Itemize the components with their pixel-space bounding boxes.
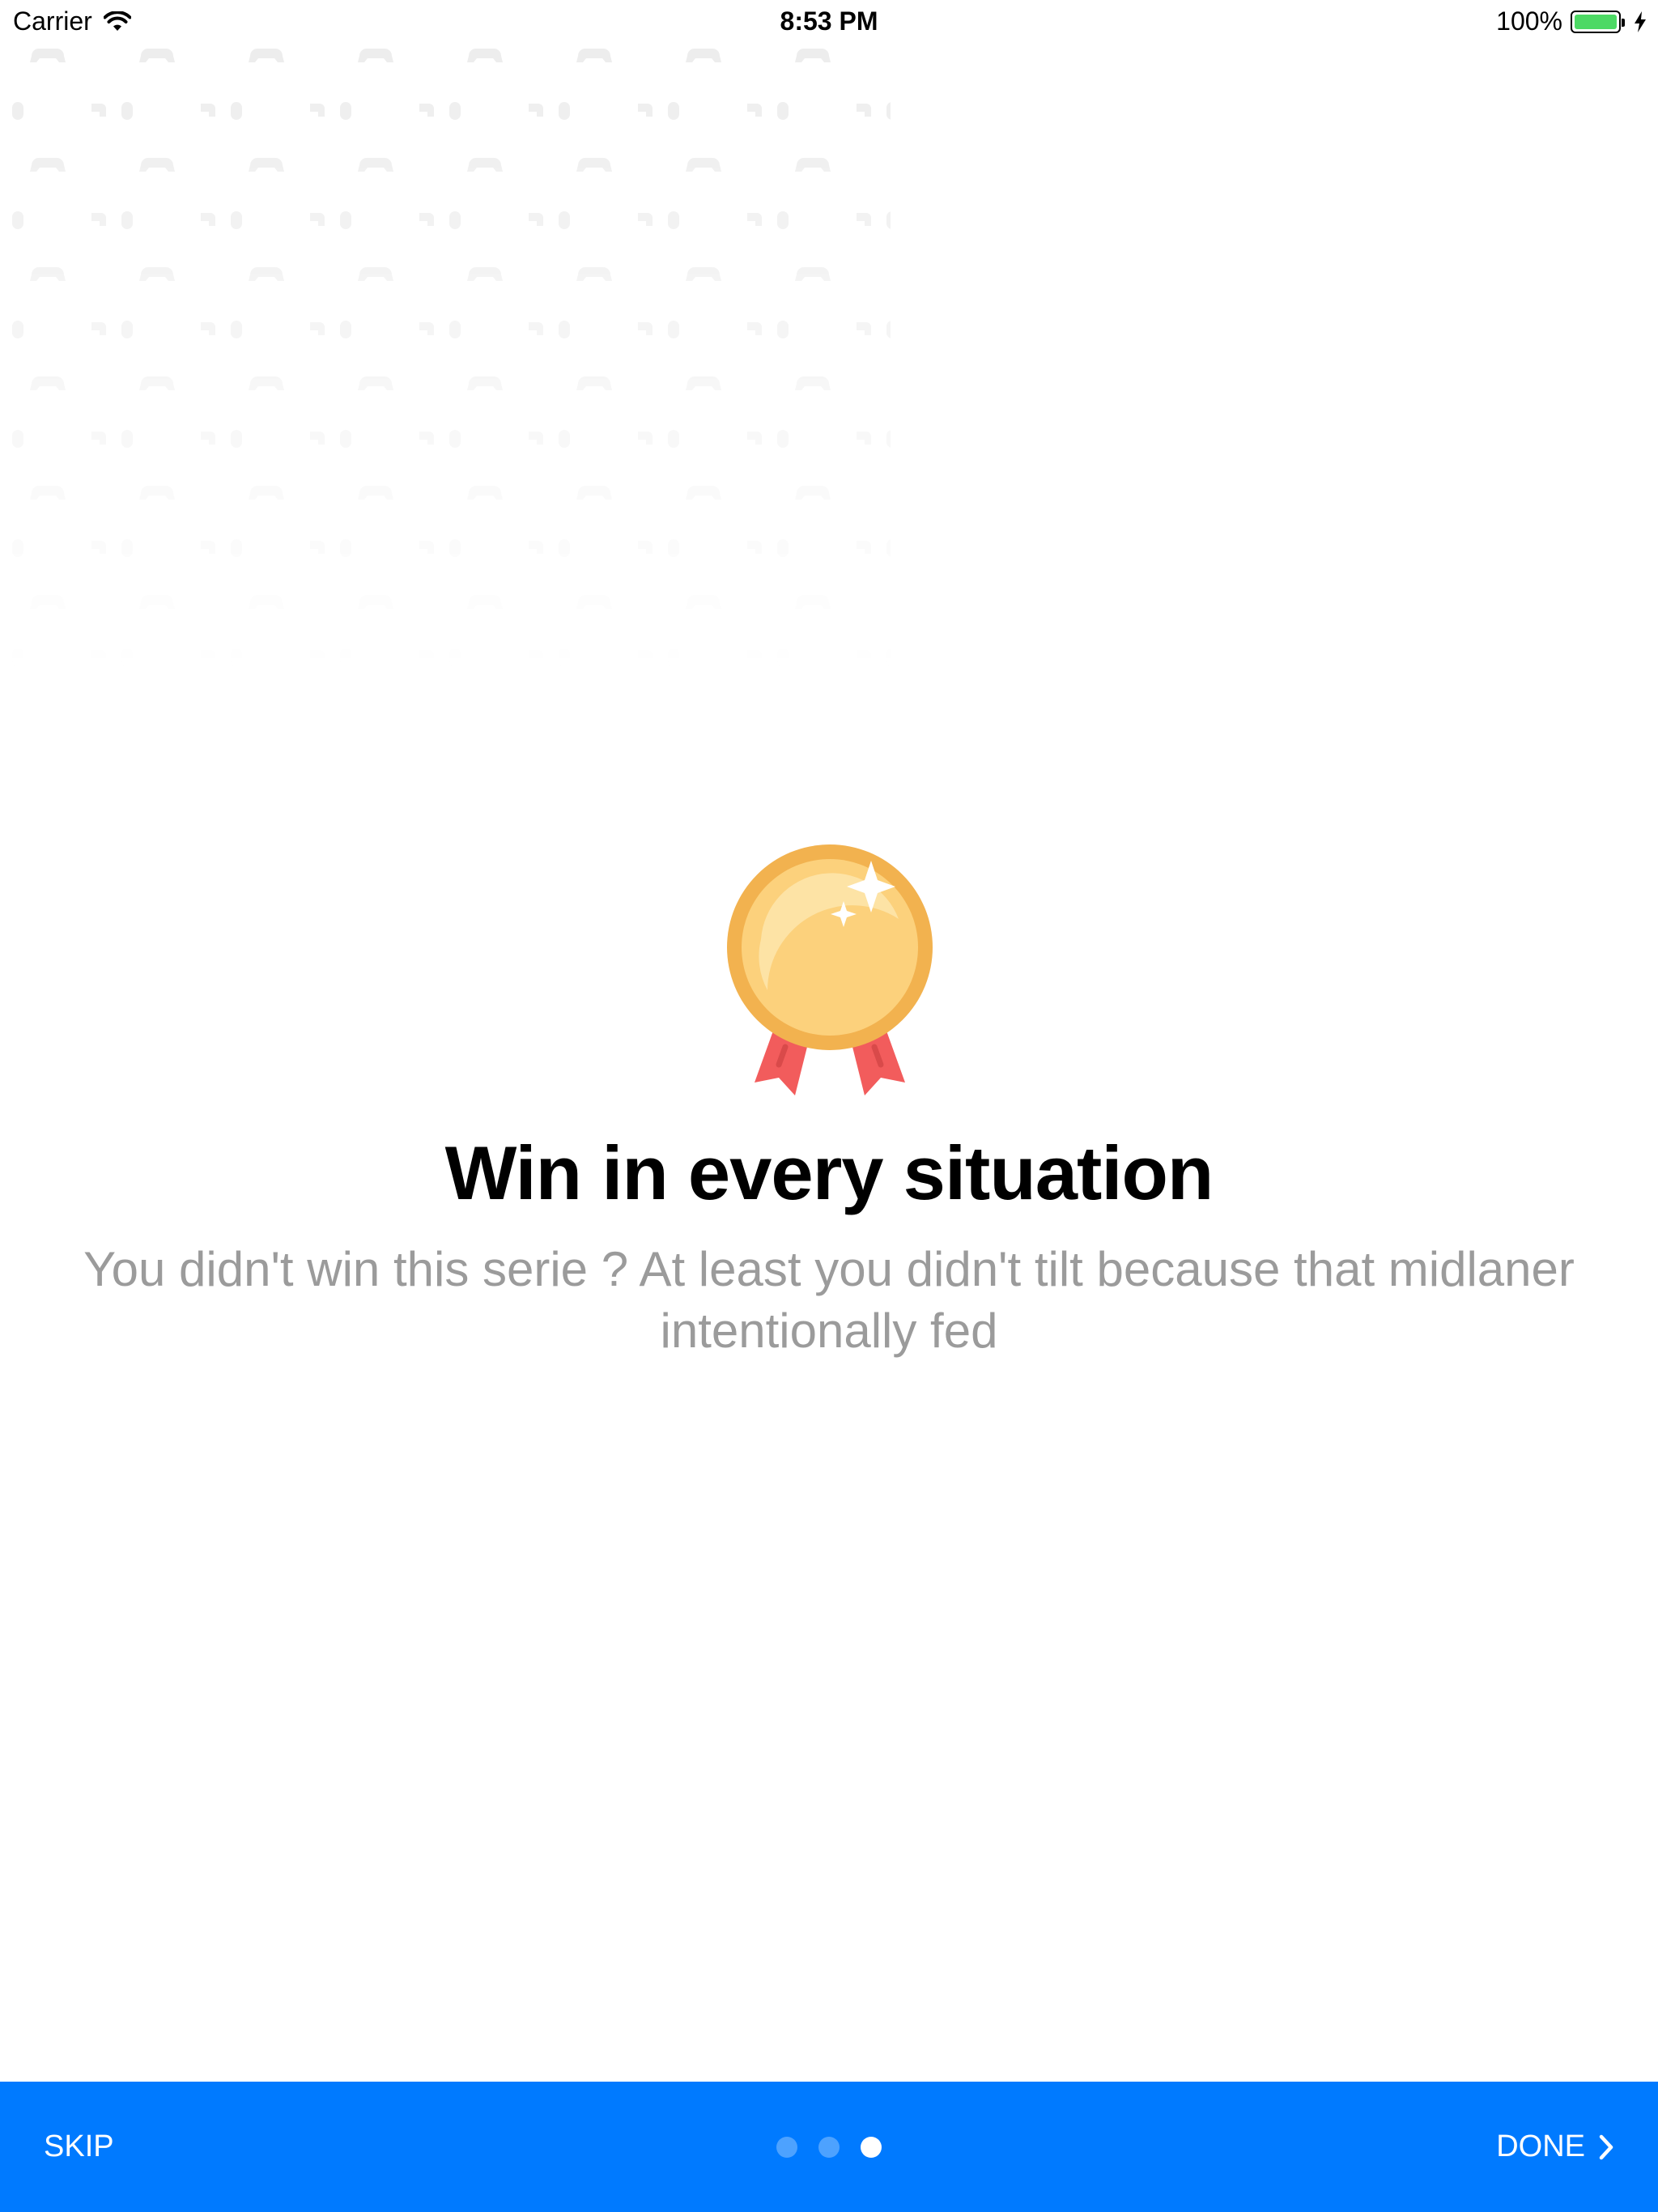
battery-level [1575, 14, 1617, 29]
medal-illustration [721, 838, 939, 1113]
medal-icon [727, 844, 933, 1095]
background-pattern [0, 45, 891, 677]
page-dot[interactable] [776, 2136, 797, 2158]
battery-indicator: 100% [1496, 6, 1647, 36]
chevron-right-icon [1599, 2134, 1613, 2159]
done-button[interactable]: DONE [1496, 2082, 1614, 2212]
battery-icon [1571, 10, 1625, 33]
status-time: 8:53 PM [780, 6, 878, 36]
page-dot[interactable] [818, 2136, 840, 2158]
charging-bolt-icon [1635, 11, 1646, 32]
onboarding-bottom-bar: SKIP DONE [0, 2082, 1658, 2212]
page-dot[interactable] [861, 2136, 882, 2158]
page-indicator [0, 2082, 1658, 2212]
done-label: DONE [1496, 2129, 1585, 2163]
onboarding-description: You didn't win this serie ? At least you… [83, 1242, 1575, 1358]
status-bar: Carrier 8:53 PM 100% [0, 0, 1658, 45]
onboarding-title: Win in every situation [444, 1130, 1214, 1215]
gamepad-pattern [0, 45, 891, 677]
battery-percent: 100% [1496, 6, 1562, 36]
